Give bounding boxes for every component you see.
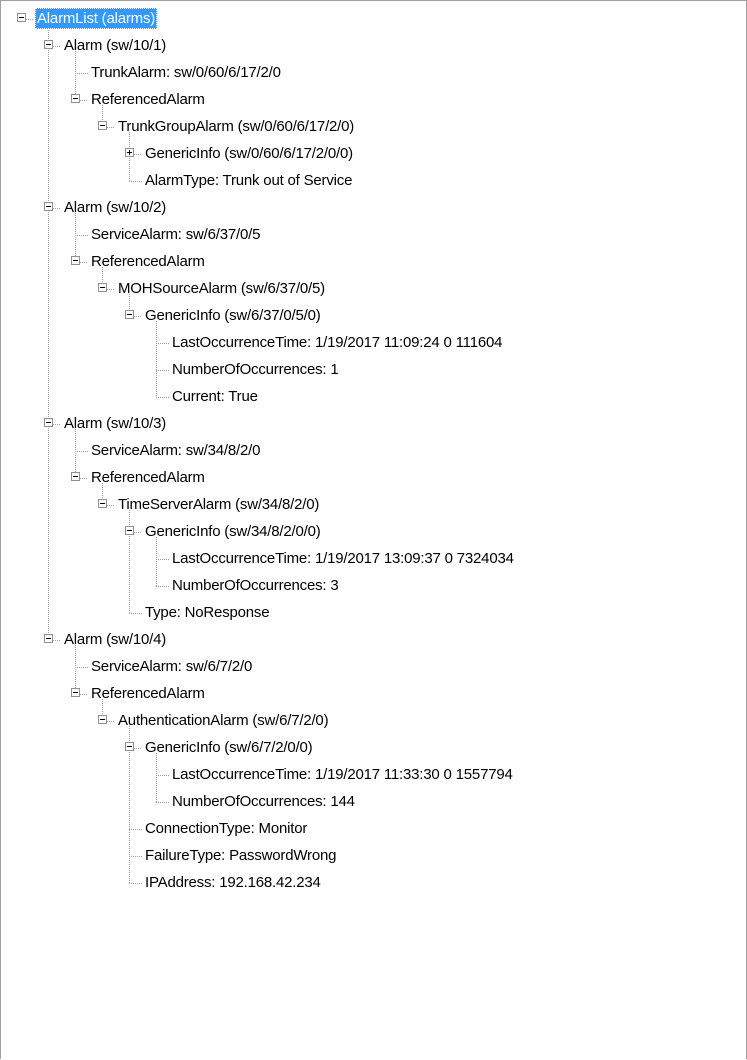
tree-node-servicealarm-sw-6-37-0-5[interactable]: ServiceAlarm: sw/6/37/0/5 bbox=[1, 221, 747, 248]
tree-node-label[interactable]: ServiceAlarm: sw/6/7/2/0 bbox=[89, 656, 254, 677]
tree-node-alarm-sw-10-1[interactable]: Alarm (sw/10/1) bbox=[1, 32, 747, 59]
tree-node-label[interactable]: ServiceAlarm: sw/6/37/0/5 bbox=[89, 224, 262, 245]
tree-node-connectiontype-monitor[interactable]: ConnectionType: Monitor bbox=[1, 815, 747, 842]
tree-node-label[interactable]: Alarm (sw/10/2) bbox=[62, 197, 168, 218]
tree-node-label[interactable]: ReferencedAlarm bbox=[89, 251, 207, 272]
tree-node-label[interactable]: Type: NoResponse bbox=[143, 602, 271, 623]
collapse-icon[interactable] bbox=[98, 283, 107, 292]
tree-node-genericinfo-sw-0-60-6-17-2-0-0[interactable]: GenericInfo (sw/0/60/6/17/2/0/0) bbox=[1, 140, 747, 167]
collapse-icon[interactable] bbox=[17, 13, 26, 22]
tree-node-label[interactable]: GenericInfo (sw/0/60/6/17/2/0/0) bbox=[143, 143, 355, 164]
tree-node-label[interactable]: ReferencedAlarm bbox=[89, 89, 207, 110]
collapse-icon[interactable] bbox=[44, 202, 53, 211]
tree-node-type-noresponse[interactable]: Type: NoResponse bbox=[1, 599, 747, 626]
tree-node-label[interactable]: LastOccurrenceTime: 1/19/2017 11:33:30 0… bbox=[170, 764, 515, 785]
tree-node-alarmlist-alarms[interactable]: AlarmList (alarms) bbox=[1, 5, 747, 32]
tree-node-label[interactable]: GenericInfo (sw/34/8/2/0/0) bbox=[143, 521, 323, 542]
tree-node-label[interactable]: AlarmList (alarms) bbox=[35, 8, 158, 29]
collapse-icon[interactable] bbox=[125, 310, 134, 319]
collapse-icon[interactable] bbox=[98, 499, 107, 508]
tree-node-label[interactable]: ServiceAlarm: sw/34/8/2/0 bbox=[89, 440, 262, 461]
collapse-icon[interactable] bbox=[71, 472, 80, 481]
tree-node-label[interactable]: LastOccurrenceTime: 1/19/2017 11:09:24 0… bbox=[170, 332, 504, 353]
tree-node-mohsourcealarm-sw-6-37-0-5[interactable]: MOHSourceAlarm (sw/6/37/0/5) bbox=[1, 275, 747, 302]
tree-node-alarmtype-trunk-out-of-service[interactable]: AlarmType: Trunk out of Service bbox=[1, 167, 747, 194]
tree-node-referencedalarm[interactable]: ReferencedAlarm bbox=[1, 680, 747, 707]
tree-node-referencedalarm[interactable]: ReferencedAlarm bbox=[1, 248, 747, 275]
collapse-icon[interactable] bbox=[71, 688, 80, 697]
tree-node-label[interactable]: LastOccurrenceTime: 1/19/2017 13:09:37 0… bbox=[170, 548, 516, 569]
tree-node-trunkgroupalarm-sw-0-60-6-17-2-0[interactable]: TrunkGroupAlarm (sw/0/60/6/17/2/0) bbox=[1, 113, 747, 140]
collapse-icon[interactable] bbox=[98, 121, 107, 130]
tree-node-label[interactable]: TimeServerAlarm (sw/34/8/2/0) bbox=[116, 494, 321, 515]
collapse-icon[interactable] bbox=[71, 94, 80, 103]
tree-node-ipaddress-192-168-42-234[interactable]: IPAddress: 192.168.42.234 bbox=[1, 869, 747, 896]
collapse-icon[interactable] bbox=[98, 715, 107, 724]
tree-node-label[interactable]: TrunkGroupAlarm (sw/0/60/6/17/2/0) bbox=[116, 116, 356, 137]
tree-node-label[interactable]: TrunkAlarm: sw/0/60/6/17/2/0 bbox=[89, 62, 283, 83]
tree-node-label[interactable]: Alarm (sw/10/3) bbox=[62, 413, 168, 434]
tree-node-trunkalarm-sw-0-60-6-17-2-0[interactable]: TrunkAlarm: sw/0/60/6/17/2/0 bbox=[1, 59, 747, 86]
tree-node-current-true[interactable]: Current: True bbox=[1, 383, 747, 410]
tree-node-servicealarm-sw-6-7-2-0[interactable]: ServiceAlarm: sw/6/7/2/0 bbox=[1, 653, 747, 680]
tree-node-failuretype-passwordwrong[interactable]: FailureType: PasswordWrong bbox=[1, 842, 747, 869]
tree-node-numberofoccurrences-1[interactable]: NumberOfOccurrences: 1 bbox=[1, 356, 747, 383]
tree-node-label[interactable]: Alarm (sw/10/4) bbox=[62, 629, 168, 650]
tree-node-label[interactable]: AlarmType: Trunk out of Service bbox=[143, 170, 354, 191]
collapse-icon[interactable] bbox=[44, 634, 53, 643]
tree-node-referencedalarm[interactable]: ReferencedAlarm bbox=[1, 464, 747, 491]
tree-node-genericinfo-sw-6-7-2-0-0[interactable]: GenericInfo (sw/6/7/2/0/0) bbox=[1, 734, 747, 761]
tree-node-genericinfo-sw-6-37-0-5-0[interactable]: GenericInfo (sw/6/37/0/5/0) bbox=[1, 302, 747, 329]
tree-node-label[interactable]: ReferencedAlarm bbox=[89, 683, 207, 704]
expand-icon[interactable] bbox=[125, 148, 134, 157]
tree-node-label[interactable]: IPAddress: 192.168.42.234 bbox=[143, 872, 323, 893]
collapse-icon[interactable] bbox=[44, 40, 53, 49]
tree-node-servicealarm-sw-34-8-2-0[interactable]: ServiceAlarm: sw/34/8/2/0 bbox=[1, 437, 747, 464]
tree-node-label[interactable]: ConnectionType: Monitor bbox=[143, 818, 309, 839]
tree-node-authenticationalarm-sw-6-7-2-0[interactable]: AuthenticationAlarm (sw/6/7/2/0) bbox=[1, 707, 747, 734]
tree-node-alarm-sw-10-4[interactable]: Alarm (sw/10/4) bbox=[1, 626, 747, 653]
tree-node-label[interactable]: Alarm (sw/10/1) bbox=[62, 35, 168, 56]
tree-node-label[interactable]: MOHSourceAlarm (sw/6/37/0/5) bbox=[116, 278, 327, 299]
tree-node-numberofoccurrences-144[interactable]: NumberOfOccurrences: 144 bbox=[1, 788, 747, 815]
collapse-icon[interactable] bbox=[125, 526, 134, 535]
tree-node-genericinfo-sw-34-8-2-0-0[interactable]: GenericInfo (sw/34/8/2/0/0) bbox=[1, 518, 747, 545]
tree-node-lastoccurrencetime-1-19-2017-13-09-37-0-[interactable]: LastOccurrenceTime: 1/19/2017 13:09:37 0… bbox=[1, 545, 747, 572]
tree-node-alarm-sw-10-2[interactable]: Alarm (sw/10/2) bbox=[1, 194, 747, 221]
tree-node-referencedalarm[interactable]: ReferencedAlarm bbox=[1, 86, 747, 113]
alarm-tree-view[interactable]: AlarmList (alarms) Alarm (sw/10/1) TrunkAl… bbox=[0, 0, 747, 1059]
tree-node-label[interactable]: NumberOfOccurrences: 144 bbox=[170, 791, 357, 812]
collapse-icon[interactable] bbox=[125, 742, 134, 751]
tree-node-label[interactable]: GenericInfo (sw/6/37/0/5/0) bbox=[143, 305, 323, 326]
tree-node-lastoccurrencetime-1-19-2017-11-09-24-0-[interactable]: LastOccurrenceTime: 1/19/2017 11:09:24 0… bbox=[1, 329, 747, 356]
tree-node-timeserveralarm-sw-34-8-2-0[interactable]: TimeServerAlarm (sw/34/8/2/0) bbox=[1, 491, 747, 518]
tree-node-label[interactable]: AuthenticationAlarm (sw/6/7/2/0) bbox=[116, 710, 330, 731]
collapse-icon[interactable] bbox=[44, 418, 53, 427]
tree-node-label[interactable]: NumberOfOccurrences: 1 bbox=[170, 359, 341, 380]
tree-node-lastoccurrencetime-1-19-2017-11-33-30-0-[interactable]: LastOccurrenceTime: 1/19/2017 11:33:30 0… bbox=[1, 761, 747, 788]
tree-node-label[interactable]: GenericInfo (sw/6/7/2/0/0) bbox=[143, 737, 314, 758]
tree-node-label[interactable]: Current: True bbox=[170, 386, 260, 407]
tree-node-label[interactable]: FailureType: PasswordWrong bbox=[143, 845, 338, 866]
tree-node-numberofoccurrences-3[interactable]: NumberOfOccurrences: 3 bbox=[1, 572, 747, 599]
collapse-icon[interactable] bbox=[71, 256, 80, 265]
tree-node-label[interactable]: ReferencedAlarm bbox=[89, 467, 207, 488]
tree-node-alarm-sw-10-3[interactable]: Alarm (sw/10/3) bbox=[1, 410, 747, 437]
tree-node-label[interactable]: NumberOfOccurrences: 3 bbox=[170, 575, 341, 596]
